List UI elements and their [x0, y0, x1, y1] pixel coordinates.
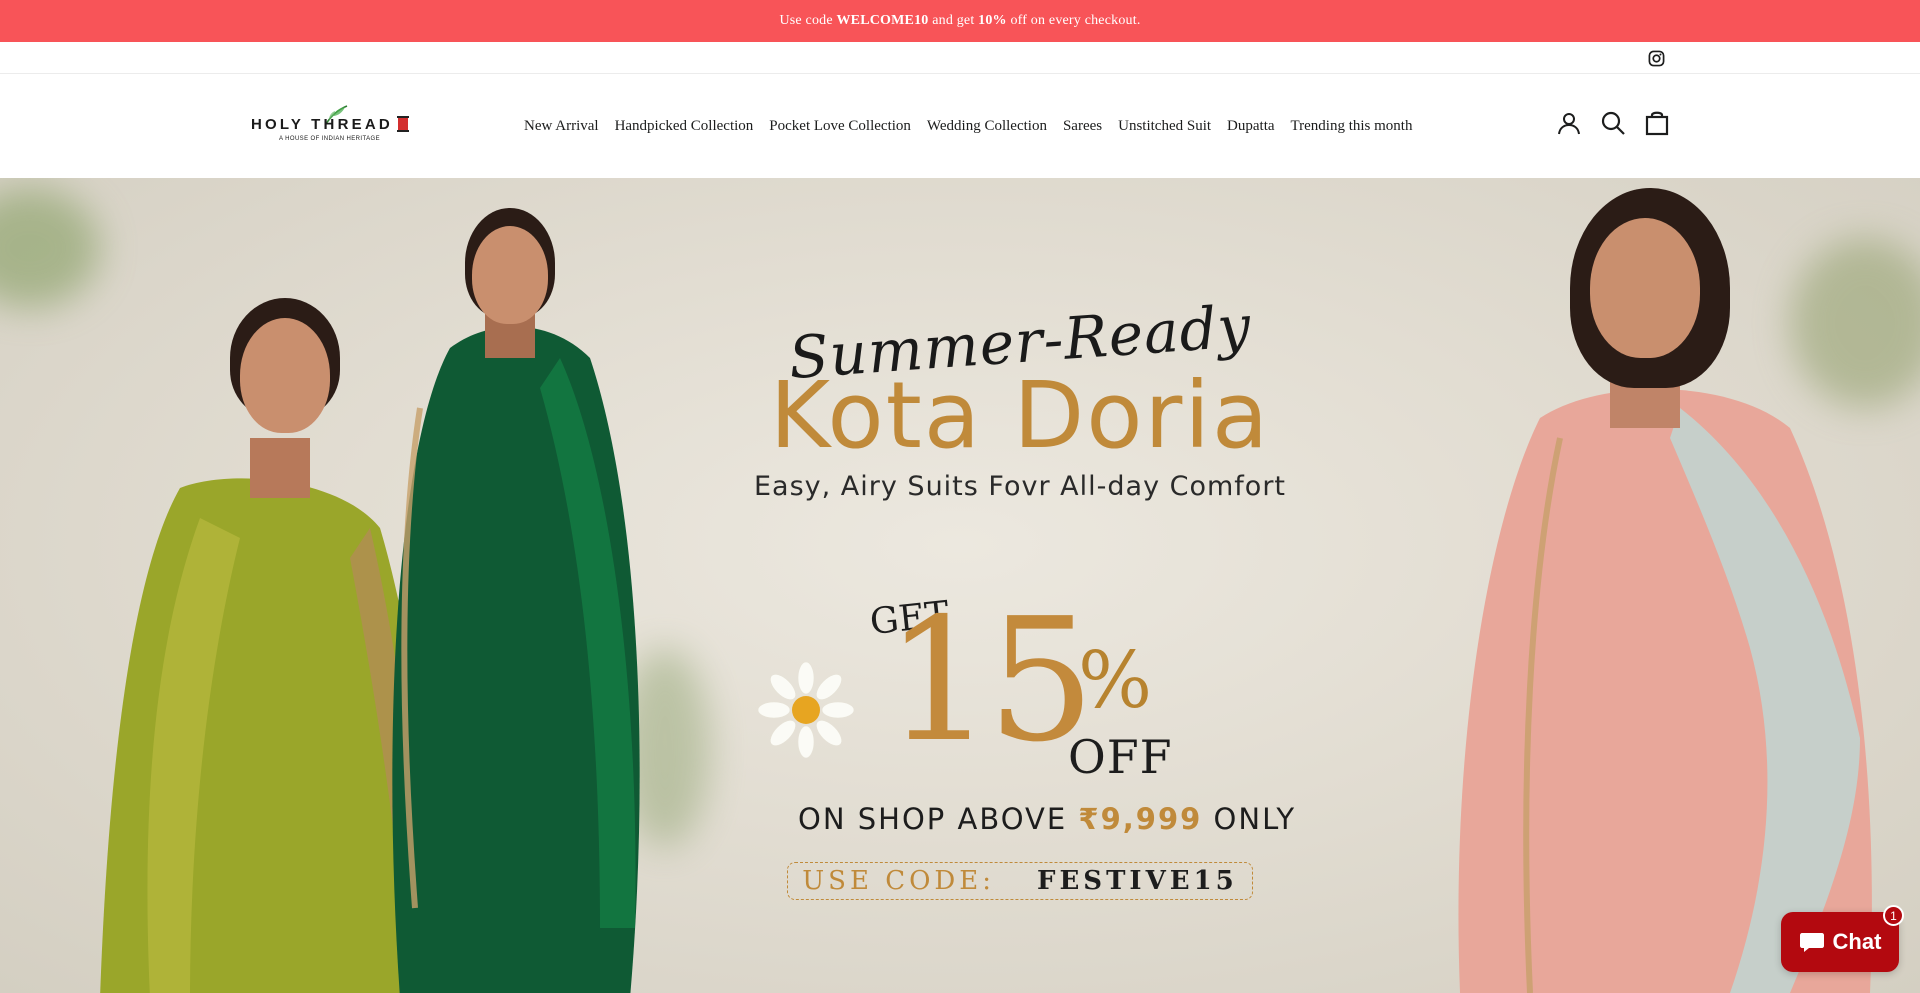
offer-condition-prefix: ON SHOP ABOVE: [798, 802, 1068, 836]
coupon-code: FESTIVE15: [1037, 866, 1238, 896]
search-icon[interactable]: [1600, 110, 1626, 136]
nav-item-sarees[interactable]: Sarees: [1055, 118, 1110, 135]
nav-item-wedding-collection[interactable]: Wedding Collection: [919, 118, 1055, 135]
announcement-code: WELCOME10: [836, 13, 929, 28]
main-nav: New Arrival Handpicked Collection Pocket…: [516, 74, 1420, 178]
announcement-prefix: Use code: [779, 13, 833, 28]
daisy-icon: [758, 662, 854, 758]
nav-item-pocket-love-collection[interactable]: Pocket Love Collection: [761, 118, 919, 135]
nav-item-trending-this-month[interactable]: Trending this month: [1283, 118, 1421, 135]
spool-logo-icon: [397, 116, 409, 132]
hero-headline-block: Summer-Ready Kota Doria Easy, Airy Suits…: [700, 292, 1340, 502]
offer-amount: ₹9,999: [1078, 802, 1203, 836]
header-icons: [1556, 110, 1670, 136]
nav-item-dupatta[interactable]: Dupatta: [1219, 118, 1282, 135]
offer-off: OFF: [1068, 730, 1173, 784]
offer-number: 15: [885, 582, 1095, 780]
chat-button[interactable]: Chat: [1781, 912, 1899, 972]
announcement-percent: 10%: [978, 13, 1007, 28]
cart-icon[interactable]: [1644, 110, 1670, 136]
hero-banner[interactable]: Summer-Ready Kota Doria Easy, Airy Suits…: [0, 178, 1920, 993]
model-green-suit: [360, 208, 660, 993]
offer-condition-suffix: ONLY: [1213, 802, 1297, 836]
nav-item-unstitched-suit[interactable]: Unstitched Suit: [1110, 118, 1219, 135]
announcement-middle: and get: [932, 13, 975, 28]
chat-bubble-icon: [1799, 933, 1824, 952]
chat-label: Chat: [1832, 929, 1882, 954]
announcement-suffix: off on every checkout.: [1010, 13, 1141, 28]
nav-item-handpicked-collection[interactable]: Handpicked Collection: [607, 118, 762, 135]
store-logo[interactable]: HOLY THREAD A HOUSE OF INDIAN HERITAGE: [251, 104, 411, 150]
site-header: HOLY THREAD A HOUSE OF INDIAN HERITAGE N…: [0, 74, 1920, 178]
nav-item-new-arrival[interactable]: New Arrival: [516, 118, 607, 135]
coupon-code-box: USE CODE: FESTIVE15: [787, 862, 1253, 900]
offer-percent: %: [1078, 636, 1153, 726]
instagram-icon[interactable]: [1648, 50, 1665, 67]
model-peach-suit: [1390, 178, 1910, 993]
utility-bar: [0, 42, 1920, 74]
logo-text: HOLY THREAD: [251, 116, 393, 133]
coupon-label: USE CODE:: [802, 866, 996, 896]
hero-tagline: Easy, Airy Suits Fovr All-day Comfort: [753, 471, 1287, 502]
offer-condition: ON SHOP ABOVE ₹9,999 ONLY: [798, 802, 1294, 836]
announcement-bar: Use code WELCOME10 and get 10% off on ev…: [0, 0, 1920, 42]
account-icon[interactable]: [1556, 110, 1582, 136]
background-leaf: [0, 188, 100, 308]
chat-unread-badge: 1: [1883, 905, 1904, 926]
logo-subtitle: A HOUSE OF INDIAN HERITAGE: [279, 136, 380, 142]
